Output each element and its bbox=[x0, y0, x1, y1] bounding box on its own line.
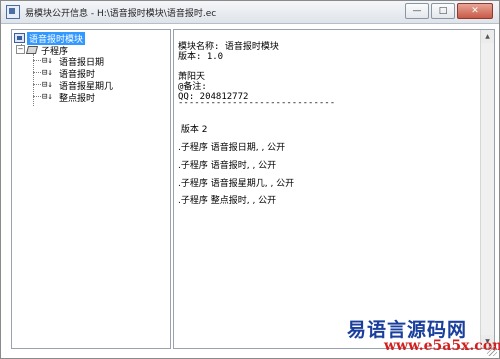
module-info-panel[interactable]: 模块名称: 语音报时模块 版本: 1.0 萧阳天 @备注: QQ: 204812… bbox=[173, 29, 495, 349]
module-icon bbox=[14, 33, 25, 43]
function-icon: ⊟↓ bbox=[42, 92, 53, 102]
subroutine-line: .子程序 整点报时, , 公开 bbox=[178, 196, 277, 206]
info-line: 萧阳天 bbox=[178, 72, 206, 82]
close-button[interactable]: ✕ bbox=[457, 3, 493, 19]
title-bar[interactable]: 易模块公开信息 - H:\语音报时模块\语音报时.ec — □ ✕ bbox=[1, 1, 499, 24]
info-line bbox=[178, 62, 279, 72]
tree-item[interactable]: ⊟↓ 语音报时 bbox=[42, 67, 97, 80]
tree-item[interactable]: ⊟↓ 语音报日期 bbox=[42, 55, 106, 68]
function-icon: ⊟↓ bbox=[42, 56, 53, 66]
vertical-scrollbar[interactable]: ▲ ▼ bbox=[480, 30, 494, 348]
tree-connector bbox=[33, 72, 41, 73]
tree-connector bbox=[33, 60, 41, 61]
function-icon: ⊟↓ bbox=[42, 68, 53, 78]
tree-item[interactable]: ⊟↓ 整点报时 bbox=[42, 91, 97, 104]
version-line: 版本 2 bbox=[178, 125, 208, 135]
module-info-header: 模块名称: 语音报时模块 版本: 1.0 萧阳天 @备注: QQ: 204812… bbox=[178, 42, 279, 102]
tree-item-label: 整点报时 bbox=[59, 93, 96, 104]
tree-connector bbox=[33, 96, 41, 97]
watermark-url: www.e5a5x.com bbox=[384, 338, 500, 354]
window-title: 易模块公开信息 - H:\语音报时模块\语音报时.ec bbox=[25, 9, 217, 19]
window-controls: — □ ✕ bbox=[405, 3, 493, 19]
tree-item[interactable]: ⊟↓ 语音报星期几 bbox=[42, 79, 115, 92]
module-tree-panel[interactable]: 语音报时模块 − 子程序 ⊟↓ 语音报日期 ⊟↓ 语音报时 ⊟↓ 语音报星期几 … bbox=[11, 29, 171, 349]
minimize-button[interactable]: — bbox=[405, 3, 429, 19]
tree-root-node[interactable]: 语音报时模块 bbox=[14, 31, 86, 45]
maximize-button[interactable]: □ bbox=[431, 3, 455, 19]
info-line: @备注: bbox=[178, 82, 207, 92]
function-icon: ⊟↓ bbox=[42, 80, 53, 90]
info-line: 版本: 1.0 bbox=[178, 52, 224, 62]
subroutine-line: .子程序 语音报时, , 公开 bbox=[178, 161, 277, 171]
subroutine-line: .子程序 语音报星期几, , 公开 bbox=[178, 179, 295, 189]
resize-grip[interactable] bbox=[487, 346, 497, 356]
tree-connector bbox=[33, 54, 34, 106]
collapse-toggle[interactable]: − bbox=[16, 45, 25, 54]
info-separator: ----------------------------- bbox=[178, 98, 336, 108]
scroll-up-button[interactable]: ▲ bbox=[481, 30, 494, 43]
app-icon bbox=[6, 5, 20, 19]
info-line: 模块名称: 语音报时模块 bbox=[178, 42, 279, 52]
package-icon bbox=[26, 45, 37, 55]
tree-connector bbox=[33, 84, 41, 85]
app-window: 易模块公开信息 - H:\语音报时模块\语音报时.ec — □ ✕ 语音报时模块… bbox=[0, 0, 500, 359]
subroutine-line: .子程序 语音报日期, , 公开 bbox=[178, 143, 286, 153]
